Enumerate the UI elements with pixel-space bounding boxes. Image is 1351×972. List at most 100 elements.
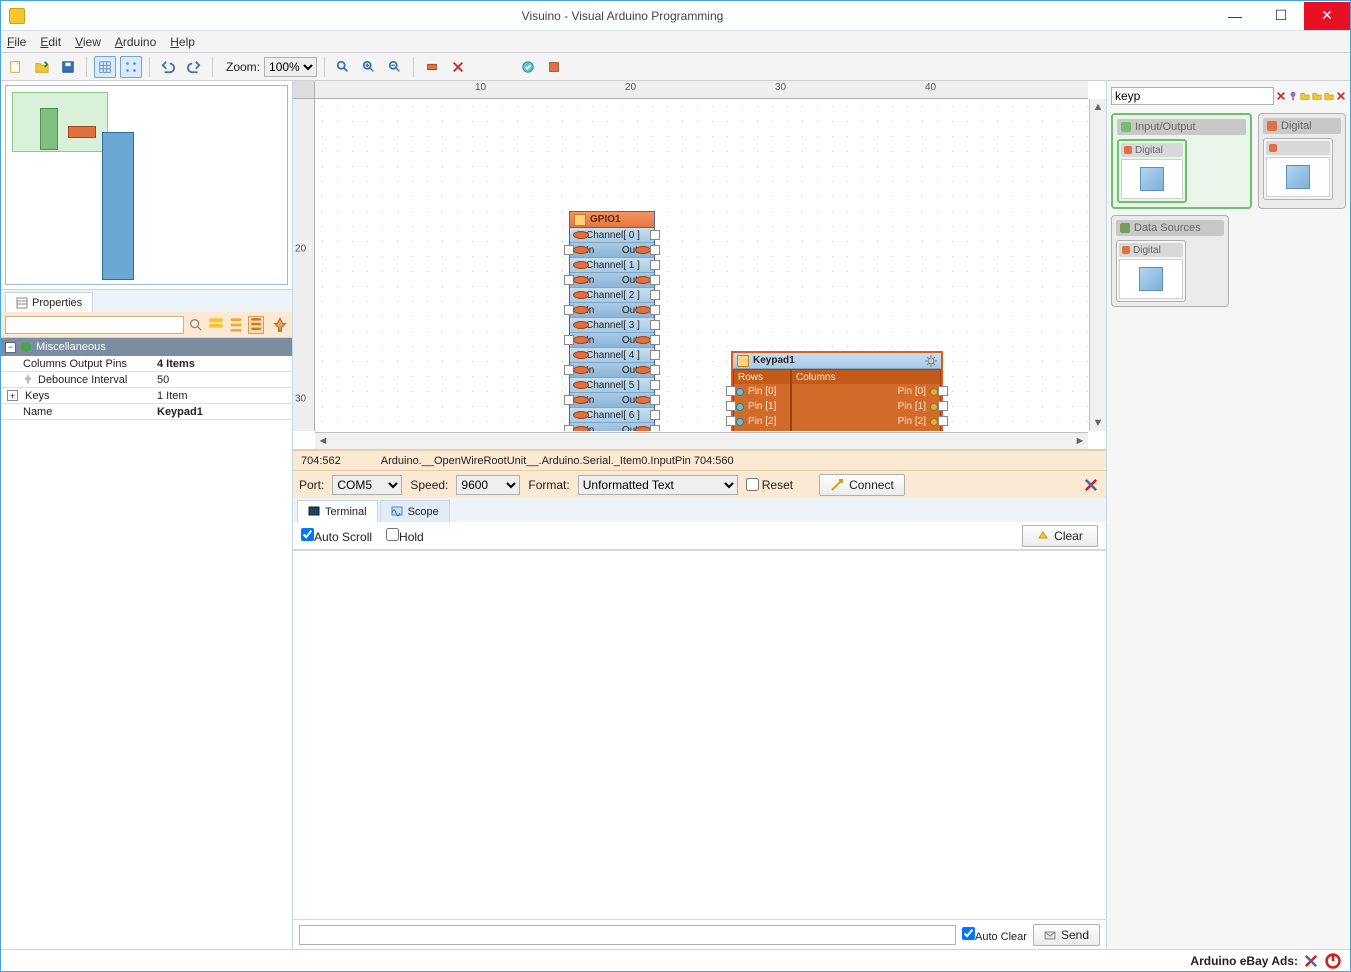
footer-power-icon[interactable]: [1324, 952, 1342, 970]
keypad-row-pin[interactable]: Pin [0]: [734, 384, 790, 399]
prop-expand-icon[interactable]: [248, 316, 264, 334]
gpio-io-row[interactable]: InOut: [570, 363, 654, 378]
gpio-io-row[interactable]: InOut: [570, 243, 654, 258]
zoom-in-button[interactable]: [358, 56, 380, 78]
keypad-col-pin[interactable]: Pin [1]: [792, 399, 940, 414]
prop-find-icon[interactable]: [188, 316, 204, 334]
overview-panel[interactable]: [5, 85, 288, 285]
properties-search[interactable]: [5, 316, 184, 334]
gpio-channel[interactable]: Channel[ 2 ]: [570, 288, 654, 303]
gpio-channel[interactable]: Channel[ 4 ]: [570, 348, 654, 363]
palette-clear-icon[interactable]: [1276, 87, 1286, 105]
gpio-channel[interactable]: Channel[ 0 ]: [570, 228, 654, 243]
prop-category[interactable]: − Miscellaneous: [1, 338, 292, 356]
connect-button[interactable]: Connect: [819, 474, 905, 496]
save-button[interactable]: [57, 56, 79, 78]
menu-view[interactable]: View: [75, 35, 101, 49]
grid-button[interactable]: [94, 56, 116, 78]
send-input[interactable]: [299, 925, 956, 945]
keypad-row-pin[interactable]: Pin [2]: [734, 414, 790, 429]
gear-icon[interactable]: [925, 355, 937, 367]
keypad-col-pin[interactable]: Pin [2]: [792, 414, 940, 429]
ruler-corner: [293, 81, 315, 99]
undo-button[interactable]: [157, 56, 179, 78]
palette-folder2-icon[interactable]: [1312, 87, 1322, 105]
gpio-io-row[interactable]: InOut: [570, 333, 654, 348]
scrollbar-horizontal[interactable]: ◄►: [315, 432, 1088, 449]
maximize-button[interactable]: ☐: [1258, 2, 1304, 30]
palette-item-digital[interactable]: Digital: [1116, 240, 1186, 302]
clear-icon: [1037, 530, 1049, 542]
footer-settings-icon[interactable]: [1302, 952, 1320, 970]
port-label: Port:: [299, 478, 324, 492]
autoscroll-checkbox[interactable]: Auto Scroll: [301, 528, 372, 544]
upload-button[interactable]: [517, 56, 539, 78]
port-select[interactable]: COM5: [332, 475, 402, 495]
prop-row[interactable]: Debounce Interval 50: [1, 372, 292, 388]
gpio-io-row[interactable]: InOut: [570, 423, 654, 431]
prop-row[interactable]: +Keys 1 Item: [1, 388, 292, 404]
scrollbar-vertical[interactable]: ▲▼: [1089, 99, 1106, 431]
palette-group-datasources[interactable]: Data Sources Digital: [1111, 215, 1229, 307]
zoom-select[interactable]: 100%: [264, 57, 317, 77]
delete-button[interactable]: [447, 56, 469, 78]
minimize-button[interactable]: —: [1212, 2, 1258, 30]
close-button[interactable]: ✕: [1304, 2, 1350, 30]
gpio-channel[interactable]: Channel[ 6 ]: [570, 408, 654, 423]
palette-item-digital[interactable]: [1263, 138, 1333, 200]
gpio-io-row[interactable]: InOut: [570, 393, 654, 408]
keypad1-block[interactable]: Keypad1 Rows Pin [0]Pin [1]Pin [2]Pin [3…: [731, 351, 943, 431]
menu-file[interactable]: File: [7, 35, 26, 49]
redo-button[interactable]: [183, 56, 205, 78]
new-button[interactable]: [5, 56, 27, 78]
palette-folder3-icon[interactable]: [1324, 87, 1334, 105]
keypad-col-pin[interactable]: Pin [0]: [792, 384, 940, 399]
menu-arduino[interactable]: Arduino: [115, 35, 156, 49]
prop-cat-icon[interactable]: [208, 316, 224, 334]
clear-button[interactable]: Clear: [1022, 525, 1098, 547]
palette-search[interactable]: [1111, 87, 1274, 105]
gpio-channels: Channel[ 0 ]InOutChannel[ 1 ]InOutChanne…: [570, 228, 654, 431]
tab-properties[interactable]: Properties: [5, 292, 93, 312]
gpio-channel[interactable]: Channel[ 1 ]: [570, 258, 654, 273]
palette-group-inputoutput[interactable]: Input/Output Digital: [1111, 113, 1252, 209]
snap-button[interactable]: [120, 56, 142, 78]
gpio-io-row[interactable]: InOut: [570, 303, 654, 318]
gpio-channel[interactable]: Channel[ 3 ]: [570, 318, 654, 333]
keypad-col-pin[interactable]: Pin [3]: [792, 429, 940, 431]
menu-edit[interactable]: Edit: [40, 35, 61, 49]
palette-item-digital[interactable]: Digital: [1117, 139, 1187, 203]
menu-help[interactable]: Help: [170, 35, 195, 49]
palette-folder1-icon[interactable]: [1300, 87, 1310, 105]
canvas[interactable]: GPIO1 Channel[ 0 ]InOutChannel[ 1 ]InOut…: [315, 99, 1088, 431]
verify-button[interactable]: [543, 56, 565, 78]
palette-delete-icon[interactable]: [1336, 87, 1346, 105]
component-button[interactable]: [421, 56, 443, 78]
prop-sort-icon[interactable]: [228, 316, 244, 334]
zoom-out-button[interactable]: [384, 56, 406, 78]
prop-pin-icon[interactable]: [272, 316, 288, 334]
tab-terminal[interactable]: Terminal: [297, 500, 378, 522]
palette-group-digital[interactable]: Digital: [1258, 113, 1346, 209]
keypad-row-pin[interactable]: Pin [1]: [734, 399, 790, 414]
autoclear-checkbox[interactable]: Auto Clear: [962, 927, 1027, 943]
hold-checkbox[interactable]: Hold: [386, 528, 424, 544]
palette-filter-icon[interactable]: [1288, 87, 1298, 105]
send-button[interactable]: Send: [1033, 924, 1100, 946]
format-select[interactable]: Unformatted Text: [578, 475, 738, 495]
gpio1-block[interactable]: GPIO1 Channel[ 0 ]InOutChannel[ 1 ]InOut…: [569, 211, 655, 431]
tab-scope[interactable]: Scope: [380, 500, 450, 522]
speed-select[interactable]: 9600: [456, 475, 520, 495]
open-button[interactable]: [31, 56, 53, 78]
serial-console[interactable]: [293, 550, 1106, 919]
gpio-io-row[interactable]: InOut: [570, 273, 654, 288]
scope-icon: [391, 506, 403, 518]
prop-row[interactable]: Name Keypad1: [1, 404, 292, 420]
reset-checkbox[interactable]: Reset: [746, 478, 793, 492]
gpio-channel[interactable]: Channel[ 5 ]: [570, 378, 654, 393]
serial-settings-icon[interactable]: [1082, 476, 1100, 494]
prop-row[interactable]: Columns Output Pins 4 Items: [1, 356, 292, 372]
zoom-fit-button[interactable]: [332, 56, 354, 78]
category-icon: [20, 341, 32, 353]
keypad-row-pin[interactable]: Pin [3]: [734, 429, 790, 431]
